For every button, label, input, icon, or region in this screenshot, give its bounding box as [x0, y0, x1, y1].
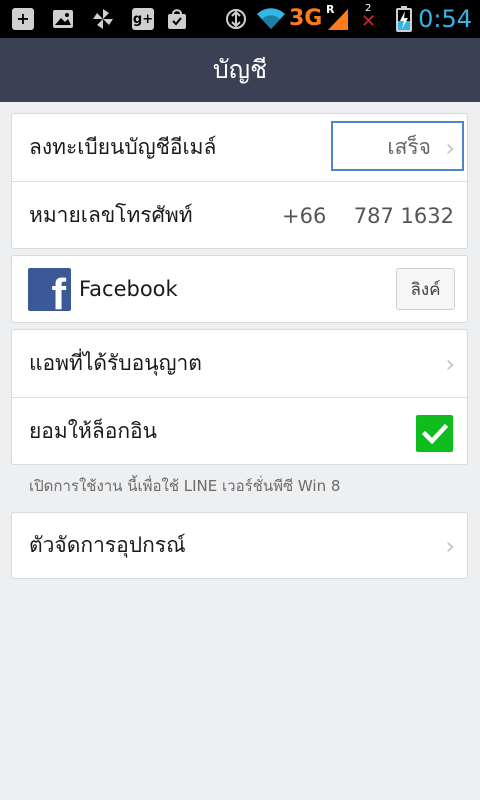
allow-login-checkbox[interactable] [416, 415, 453, 452]
email-status-text: เสร็จ [387, 135, 431, 159]
phone-number-value: 787 1632 [353, 203, 454, 228]
device-manager-label: ตัวจัดการอุปกรณ์ [29, 533, 186, 557]
phone-number-row: หมายเลขโทรศัพท์ +66 787 1632 [12, 182, 467, 249]
email-registration-label: ลงทะเบียนบัญชีอีเมล์ [29, 135, 217, 159]
add-notification-icon: + [6, 0, 40, 38]
status-bar: + g+ 3G R 2 ✕ 0:54 [0, 0, 480, 38]
roaming-indicator: R [326, 3, 335, 16]
facebook-link-button[interactable]: ลิงค์ [396, 268, 455, 310]
facebook-row: f Facebook ลิงค์ [12, 256, 467, 322]
wifi-icon [254, 0, 288, 38]
facebook-logo-icon: f [28, 268, 71, 311]
clock: 0:54 [418, 5, 472, 33]
apps-card: แอพที่ได้รับอนุญาต › ยอมให้ล็อกอิน [11, 329, 468, 465]
title-bar: บัญชี [0, 38, 480, 102]
allowed-apps-label: แอพที่ได้รับอนุญาต [29, 351, 202, 375]
phone-number-label: หมายเลขโทรศัพท์ [29, 203, 193, 227]
chevron-right-icon: › [445, 349, 455, 378]
image-notification-icon [46, 0, 80, 38]
email-registration-row[interactable]: ลงทะเบียนบัญชีอีเมล์ เสร็จ › [12, 114, 467, 181]
pinwheel-notification-icon [86, 0, 120, 38]
checkmark-icon [421, 423, 448, 444]
account-card: ลงทะเบียนบัญชีอีเมล์ เสร็จ › หมายเลขโทรศ… [11, 113, 468, 249]
facebook-card: f Facebook ลิงค์ [11, 255, 468, 323]
no-signal-icon: ✕ [361, 11, 377, 32]
allow-login-row[interactable]: ยอมให้ล็อกอิน [12, 398, 467, 465]
google-plus-notification-icon: g+ [126, 0, 160, 38]
facebook-label: Facebook [79, 277, 178, 301]
page-title: บัญชี [212, 55, 268, 84]
allow-login-hint: เปิดการใช้งาน นี้เพื่อใช้ LINE เวอร์ชั่น… [29, 477, 341, 495]
network-type: 3G [289, 6, 323, 31]
sync-icon [222, 0, 250, 38]
allow-login-label: ยอมให้ล็อกอิน [29, 419, 158, 443]
allowed-apps-row[interactable]: แอพที่ได้รับอนุญาต › [12, 330, 467, 397]
battery-charging-icon [394, 0, 414, 38]
phone-country-code: +66 [282, 203, 327, 228]
device-manager-row[interactable]: ตัวจัดการอุปกรณ์ › [12, 513, 467, 578]
chevron-right-icon: › [445, 133, 455, 162]
chevron-right-icon: › [445, 531, 455, 560]
shopping-bag-notification-icon [160, 0, 194, 38]
device-card: ตัวจัดการอุปกรณ์ › [11, 512, 468, 579]
